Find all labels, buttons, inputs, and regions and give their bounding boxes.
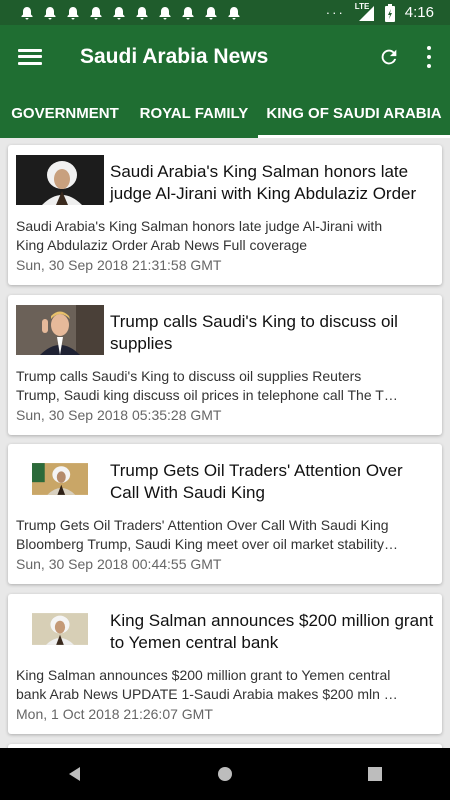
article-thumbnail <box>32 613 88 645</box>
app-title: Saudi Arabia News <box>80 44 269 68</box>
tab-bar: GOVERNMENT ROYAL FAMILY KING OF SAUDI AR… <box>0 88 450 138</box>
article-date: Sun, 30 Sep 2018 00:44:55 GMT <box>16 556 222 572</box>
article-thumbnail <box>32 463 88 495</box>
bell-icon <box>205 6 217 19</box>
article-description-line: King Salman announces $200 million grant… <box>16 667 391 683</box>
article-description-line: Saudi Arabia's King Salman honors late j… <box>16 218 383 234</box>
article-description-line: Trump calls Saudi's King to discuss oil … <box>16 368 362 384</box>
article-thumbnail <box>16 305 104 355</box>
article-description: Trump calls Saudi's King to discuss oil … <box>16 367 436 405</box>
tab-government[interactable]: GOVERNMENT <box>0 88 130 138</box>
article-title[interactable]: Trump Gets Oil Traders' Attention Over C… <box>110 460 434 504</box>
article-title[interactable]: Saudi Arabia's King Salman honors late j… <box>110 161 434 205</box>
signal-icon: LTE <box>354 1 375 22</box>
article-description: Trump Gets Oil Traders' Attention Over C… <box>16 516 436 554</box>
more-vert-icon[interactable] <box>426 45 432 68</box>
home-icon <box>218 767 232 781</box>
article-description-line: Bloomberg Trump, Saudi King meet over oi… <box>16 536 399 552</box>
back-button[interactable] <box>45 754 105 794</box>
bell-icon <box>21 6 33 19</box>
clock: 4:16 <box>404 4 434 21</box>
recents-button[interactable] <box>345 754 405 794</box>
article-description: King Salman announces $200 million grant… <box>16 666 436 704</box>
bell-icon <box>113 6 125 19</box>
article-description-line: Trump Gets Oil Traders' Attention Over C… <box>16 517 389 533</box>
bell-icon <box>228 6 240 19</box>
article-date: Sun, 30 Sep 2018 21:31:58 GMT <box>16 257 222 273</box>
bell-icon <box>182 6 194 19</box>
back-icon <box>69 767 80 781</box>
status-bar: ··· LTE 4:16 <box>0 0 450 25</box>
network-type-label: LTE <box>354 1 370 11</box>
article-title[interactable]: King Salman announces $200 million grant… <box>110 610 434 654</box>
article-description-line: King Abdulaziz Order Arab News Full cove… <box>16 237 308 253</box>
bell-icon <box>90 6 102 19</box>
article-description: Saudi Arabia's King Salman honors late j… <box>16 217 436 255</box>
tab-royal-family[interactable]: ROYAL FAMILY <box>130 88 258 138</box>
bell-icon <box>136 6 148 19</box>
article-description-line: bank Arab News UPDATE 1-Saudi Arabia mak… <box>16 686 398 702</box>
news-card[interactable]: Saudi Arabia's King Salman honors late j… <box>8 145 442 285</box>
more-notifications-indicator: ··· <box>325 5 345 20</box>
tab-king-of-saudi-arabia[interactable]: KING OF SAUDI ARABIA <box>258 88 450 138</box>
news-feed[interactable]: Saudi Arabia's King Salman honors late j… <box>0 138 450 748</box>
home-button[interactable] <box>195 754 255 794</box>
article-date: Mon, 1 Oct 2018 21:26:07 GMT <box>16 706 213 722</box>
news-card[interactable]: King Salman announces $200 million grant… <box>8 594 442 734</box>
news-card[interactable]: Trump calls Saudi's King to discuss oil … <box>8 295 442 435</box>
article-date: Sun, 30 Sep 2018 05:35:28 GMT <box>16 407 222 423</box>
app-bar: Saudi Arabia News <box>0 25 450 88</box>
bell-icon <box>67 6 79 19</box>
recents-icon <box>368 767 382 781</box>
bell-icon <box>44 6 56 19</box>
news-card[interactable]: Trump Gets Oil Traders' Attention Over C… <box>8 444 442 584</box>
system-navigation-bar <box>0 748 450 800</box>
refresh-icon[interactable] <box>378 46 400 68</box>
notification-icons <box>20 6 241 20</box>
menu-icon[interactable] <box>18 45 42 69</box>
battery-icon <box>384 3 395 22</box>
article-title[interactable]: Trump calls Saudi's King to discuss oil … <box>110 311 434 355</box>
article-description-line: Trump, Saudi king discuss oil prices in … <box>16 387 398 403</box>
article-thumbnail <box>16 155 104 205</box>
bell-icon <box>159 6 171 19</box>
